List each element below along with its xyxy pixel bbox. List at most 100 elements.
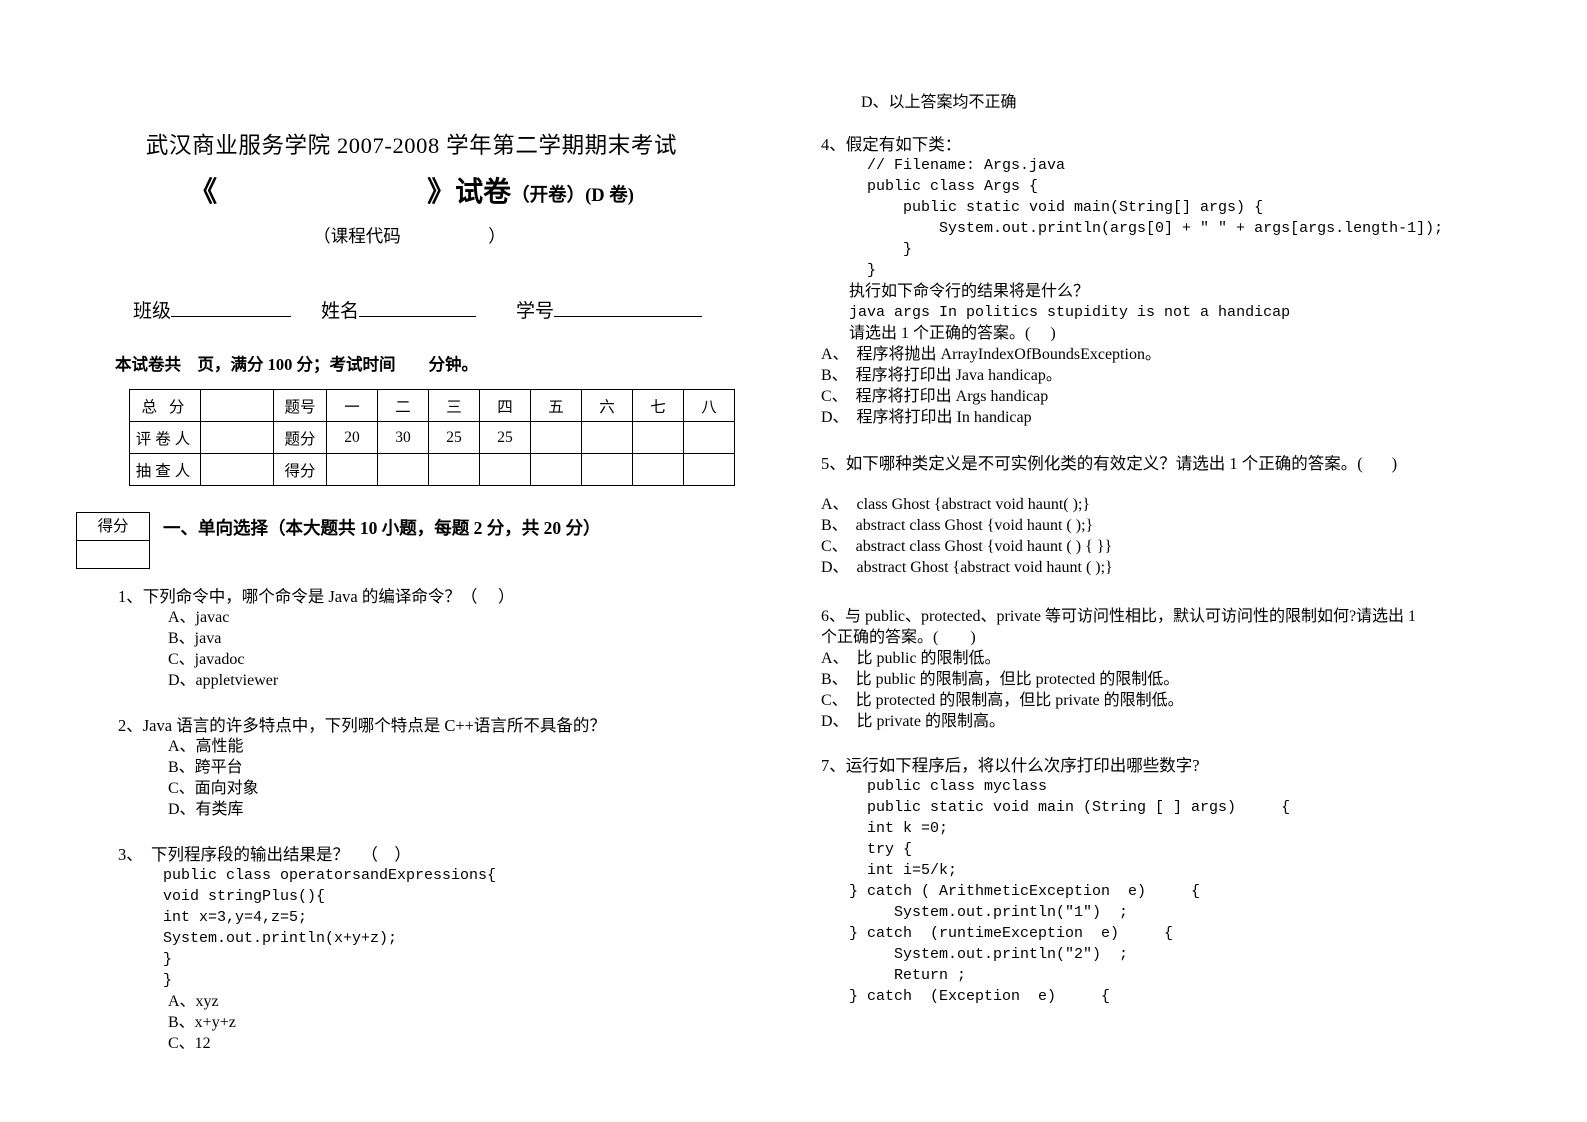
student-no-field: 学号 [516, 296, 703, 323]
followup-line: 执行如下命令行的结果将是什么？ [849, 283, 1090, 300]
score-table: 总 分 题号 一 二 三 四 五 六 七 八 评卷人 题分 20 30 25 2… [129, 389, 735, 486]
score-cell[interactable] [683, 453, 735, 486]
score-cell[interactable] [428, 453, 480, 486]
option-c[interactable]: C、 程序将打印出 Args handicap [821, 386, 1587, 407]
score-cell[interactable] [530, 453, 582, 486]
code-line: } catch (Exception e) { [849, 988, 1111, 1005]
score-cell: 二 [377, 389, 429, 422]
code-line: System.out.println(x+y+z); [163, 930, 398, 947]
score-cell: 20 [326, 421, 378, 454]
question-6: 6、与 public、protected、private 等可访问性相比，默认可… [821, 606, 1587, 732]
score-cell[interactable] [200, 421, 274, 454]
score-cell: 题分 [273, 421, 327, 454]
code-line: System.out.println("1") ; [849, 904, 1129, 921]
code-line: } [867, 241, 913, 258]
score-cell[interactable] [632, 453, 684, 486]
option-d[interactable]: D、 程序将打印出 In handicap [821, 407, 1587, 428]
code-line: public class myclass [867, 778, 1048, 795]
option-b[interactable]: B、 abstract class Ghost {void haunt ( );… [821, 515, 1587, 536]
score-cell[interactable] [200, 389, 274, 422]
score-table-body: 总 分 题号 一 二 三 四 五 六 七 八 评卷人 题分 20 30 25 2… [129, 389, 735, 486]
option-d[interactable]: D、有类库 [0, 799, 793, 820]
code-line: public static void main(String[] args) { [867, 199, 1264, 216]
code-line: } catch ( ArithmeticException e) { [849, 883, 1201, 900]
option-c[interactable]: C、 abstract class Ghost {void haunt ( ) … [821, 536, 1587, 557]
score-cell: 题号 [273, 389, 327, 422]
score-cell: 评卷人 [129, 421, 201, 454]
school-exam-title: 武汉商业服务学院 2007-2008 学年第二学期期末考试 [145, 133, 678, 158]
score-cell[interactable] [326, 453, 378, 486]
score-cell: 五 [530, 389, 582, 422]
score-cell[interactable] [632, 421, 684, 454]
question-3: 3、 下列程序段的输出结果是？ （ ） public class operato… [0, 844, 793, 1054]
exam-header: 武汉商业服务学院 2007-2008 学年第二学期期末考试 《 》试卷（开卷）(… [0, 0, 793, 248]
question-stem: 1、下列命令中，哪个命令是 Java 的编译命令？（ ） [118, 587, 515, 606]
score-cell: 得分 [273, 453, 327, 486]
orphan-option-d[interactable]: D、以上答案均不正确 [821, 92, 1587, 113]
question-stem: 3、 下列程序段的输出结果是？ （ ） [118, 845, 411, 864]
defen-label: 得分 [77, 513, 149, 541]
exam-notice: 本试卷共 页，满分 100 分；考试时间 分钟。 [115, 355, 478, 374]
question-1: 1、下列命令中，哪个命令是 Java 的编译命令？（ ） A、javac B、j… [0, 586, 793, 691]
option-b[interactable]: B、java [0, 628, 793, 649]
option-c[interactable]: C、12 [0, 1033, 793, 1054]
option-b[interactable]: B、 程序将打印出 Java handicap。 [821, 365, 1587, 386]
question-stem: 6、与 public、protected、private 等可访问性相比，默认可… [821, 608, 1417, 646]
student-no-input-line[interactable] [554, 297, 703, 317]
option-a[interactable]: A、xyz [0, 991, 793, 1012]
score-cell[interactable] [200, 453, 274, 486]
option-d[interactable]: D、 abstract Ghost {abstract void haunt (… [821, 557, 1587, 578]
score-cell[interactable] [581, 453, 633, 486]
code-line: void stringPlus(){ [163, 888, 326, 905]
option-a[interactable]: A、javac [0, 607, 793, 628]
name-field: 姓名 [321, 296, 477, 323]
option-a[interactable]: A、 class Ghost {abstract void haunt( );} [821, 494, 1587, 515]
score-cell[interactable] [377, 453, 429, 486]
option-a[interactable]: A、 比 public 的限制低。 [821, 648, 1587, 669]
option-d[interactable]: D、 比 private 的限制高。 [821, 711, 1587, 732]
option-c[interactable]: C、面向对象 [0, 778, 793, 799]
question-stem: 4、假定有如下类： [821, 135, 962, 154]
student-no-label: 学号 [516, 301, 555, 322]
score-cell[interactable] [683, 421, 735, 454]
code-line: int i=5/k; [867, 862, 958, 879]
option-c[interactable]: C、javadoc [0, 649, 793, 670]
code-line: System.out.println("2") ; [849, 946, 1129, 963]
left-column: 武汉商业服务学院 2007-2008 学年第二学期期末考试 《 》试卷（开卷）(… [0, 0, 793, 1122]
score-cell: 八 [683, 389, 735, 422]
section-title: 一、单向选择（本大题共 10 小题，每题 2 分，共 20 分） [163, 518, 601, 538]
followup-instruction: 请选出 1 个正确的答案。( ) [849, 325, 1056, 342]
paper-title-suffix: （开卷）(D 卷) [511, 186, 634, 206]
defen-value-cell[interactable] [77, 541, 149, 568]
score-cell[interactable] [581, 421, 633, 454]
right-column-body: D、以上答案均不正确 4、假定有如下类： // Filename: Args.j… [793, 0, 1587, 1007]
option-c[interactable]: C、 比 protected 的限制高，但比 private 的限制低。 [821, 690, 1587, 711]
question-2: 2、Java 语言的许多特点中，下列哪个特点是 C++语言所不具备的？ A、高性… [0, 715, 793, 820]
course-code-line: （课程代码 ） [313, 226, 506, 246]
defen-score-box: 得分 [76, 512, 150, 569]
code-line: } [163, 972, 173, 989]
class-input-line[interactable] [171, 297, 292, 317]
option-b[interactable]: B、跨平台 [0, 757, 793, 778]
option-a[interactable]: A、 程序将抛出 ArrayIndexOfBoundsException。 [821, 344, 1587, 365]
score-cell[interactable] [479, 453, 531, 486]
score-cell: 抽查人 [129, 453, 201, 486]
identity-fields-row: 班级 姓名 学号 [0, 296, 793, 323]
score-cell: 三 [428, 389, 480, 422]
code-line: } [163, 951, 173, 968]
table-row: 评卷人 题分 20 30 25 25 [129, 421, 735, 454]
score-cell: 总 分 [129, 389, 201, 422]
name-input-line[interactable] [359, 297, 477, 317]
code-line: // Filename: Args.java [867, 157, 1066, 174]
option-b[interactable]: B、x+y+z [0, 1012, 793, 1033]
option-a[interactable]: A、高性能 [0, 736, 793, 757]
code-line: } [867, 262, 877, 279]
question-stem: 7、运行如下程序后，将以什么次序打印出哪些数字? [821, 756, 1200, 775]
option-d[interactable]: D、appletviewer [0, 670, 793, 691]
option-b[interactable]: B、 比 public 的限制高，但比 protected 的限制低。 [821, 669, 1587, 690]
score-cell[interactable] [530, 421, 582, 454]
code-line: int k =0; [867, 820, 949, 837]
section-one-header: 得分 一、单向选择（本大题共 10 小题，每题 2 分，共 20 分） [0, 512, 793, 570]
code-line: } catch (runtimeException e) { [849, 925, 1174, 942]
